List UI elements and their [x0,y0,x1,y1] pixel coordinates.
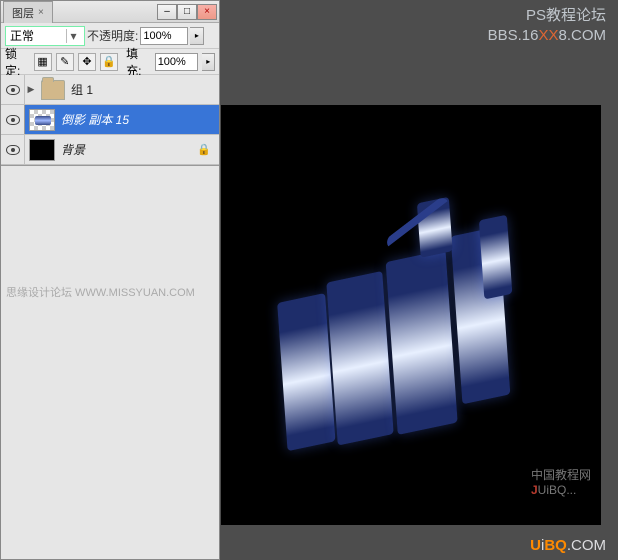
visibility-toggle[interactable] [1,105,25,134]
folder-icon [41,80,65,100]
lock-pixels-button[interactable]: ✎ [56,53,74,71]
eye-icon [6,115,20,125]
forum-watermark: PS教程论坛 BBS.16XX8.COM [488,6,606,46]
lock-fill-row: 锁定: ▦ ✎ ✥ 🔒 填充: 100% ▸ [1,49,219,75]
group-expand-icon[interactable]: ▶ [25,75,37,104]
layers-panel: 图层 × – □ × 正常 ▾ 不透明度: 100% ▸ 锁定: ▦ ✎ [0,0,220,560]
blend-mode-select[interactable]: 正常 ▾ [5,26,85,46]
opacity-label: 不透明度: [87,27,138,44]
fill-value: 100% [158,56,186,68]
layer-name: 倒影 副本 15 [61,111,219,128]
visibility-toggle[interactable] [1,75,25,104]
layer-name: 背景 [61,141,197,158]
minimize-button[interactable]: – [157,4,177,20]
fill-label: 填充: [126,45,151,79]
layer-thumbnail[interactable] [29,139,55,161]
opacity-input[interactable]: 100% [140,27,188,45]
panel-empty-area [1,166,219,559]
lock-icon: 🔒 [197,143,211,156]
uibq-watermark: UiBQ.COM [530,537,606,554]
layer-name: 组 1 [71,81,219,98]
opacity-value: 100% [143,30,171,42]
layer-background-row[interactable]: 背景 🔒 [1,135,219,165]
lock-all-button[interactable]: 🔒 [100,53,118,71]
layer-list: ▶ 组 1 倒影 副本 15 背景 🔒 [1,75,219,166]
layer-row-selected[interactable]: 倒影 副本 15 [1,105,219,135]
layers-tab[interactable]: 图层 × [3,1,53,23]
lock-position-button[interactable]: ✥ [78,53,96,71]
visibility-toggle[interactable] [1,135,25,164]
forum-line1: PS教程论坛 [488,6,606,26]
chevron-down-icon[interactable]: ▾ [66,29,80,43]
fill-input[interactable]: 100% [155,53,199,71]
eye-icon [6,85,20,95]
artwork-3d-text [274,209,547,461]
opacity-flyout-icon[interactable]: ▸ [190,27,204,45]
layer-group-row[interactable]: ▶ 组 1 [1,75,219,105]
blend-opacity-row: 正常 ▾ 不透明度: 100% ▸ [1,23,219,49]
siyan-watermark: 思缘设计论坛 WWW.MISSYUAN.COM [6,284,195,300]
fill-flyout-icon[interactable]: ▸ [202,53,215,71]
panel-header: 图层 × – □ × [1,1,219,23]
maximize-button[interactable]: □ [177,4,197,20]
layer-thumbnail[interactable] [29,109,55,131]
tab-label: 图层 [12,5,34,21]
eye-icon [6,145,20,155]
cn-tutorial-watermark: 中国教程网 JUiBQ... [531,466,591,497]
tab-close-icon[interactable]: × [38,7,44,18]
lock-transparent-button[interactable]: ▦ [34,53,52,71]
blend-mode-value: 正常 [10,27,34,44]
close-button[interactable]: × [197,4,217,20]
artwork-canvas: 中国教程网 JUiBQ... [221,105,601,525]
forum-line2: BBS.16XX8.COM [488,26,606,46]
lock-label: 锁定: [5,45,30,79]
